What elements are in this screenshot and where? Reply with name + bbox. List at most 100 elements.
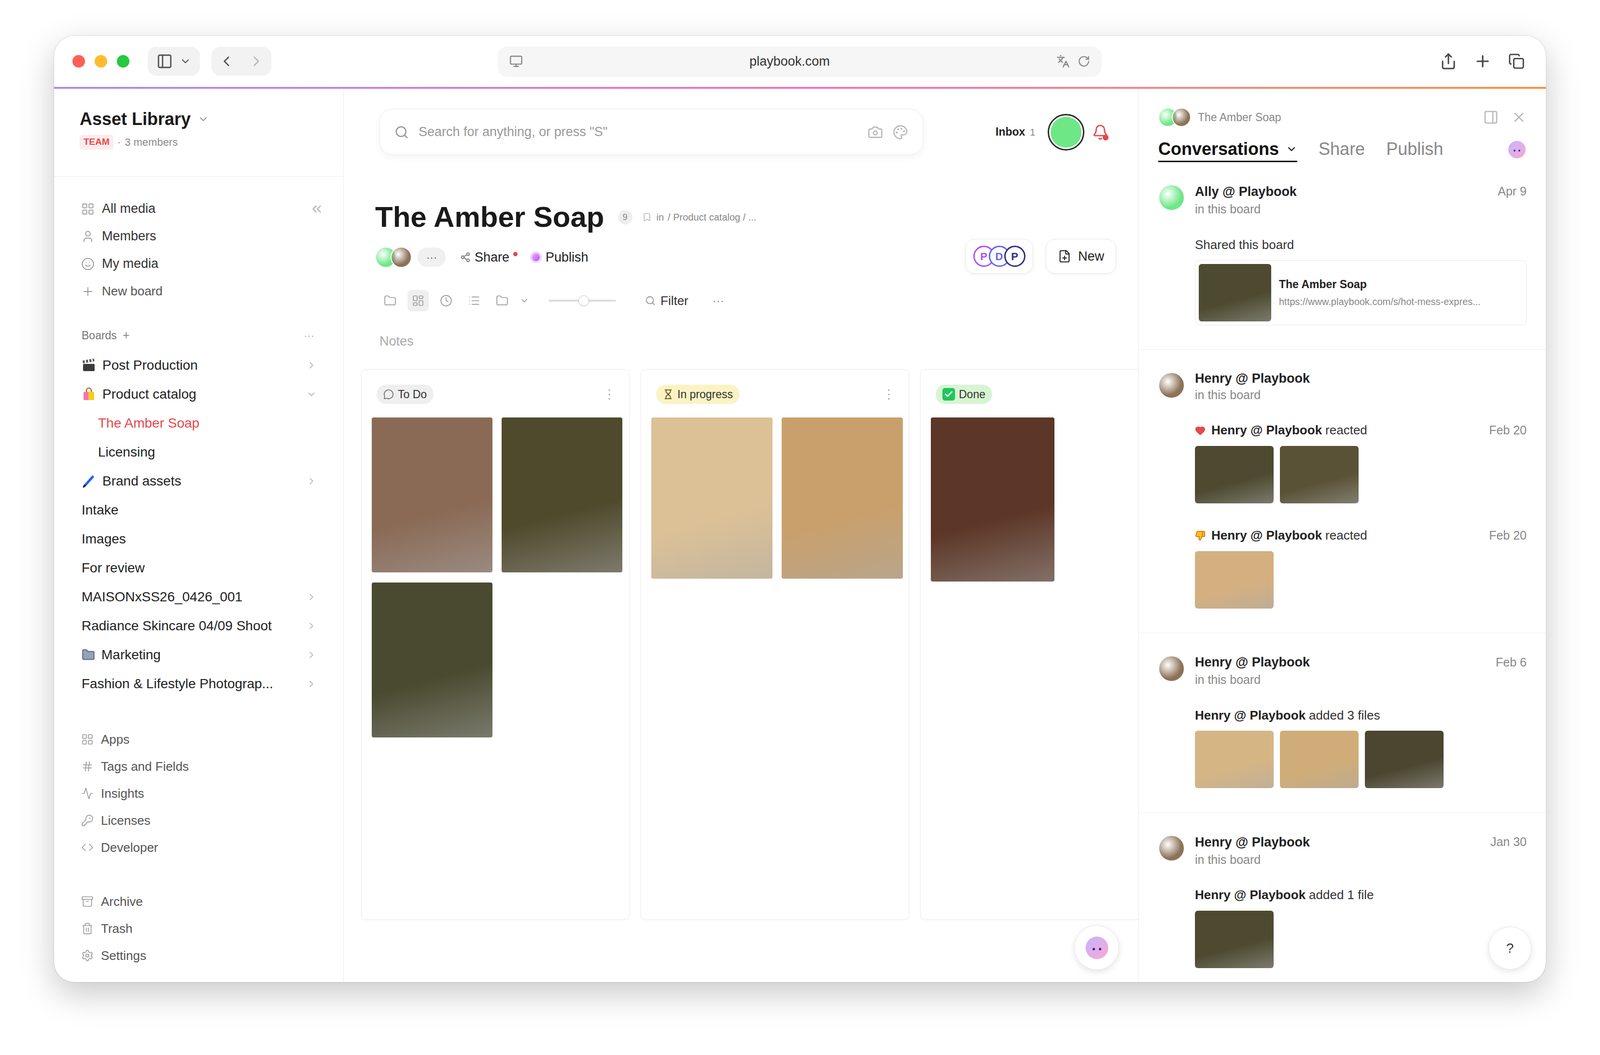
status-chip[interactable]: In progress — [656, 384, 740, 405]
more-button[interactable]: ··· — [417, 247, 446, 267]
author-name[interactable]: Henry @ Playbook — [1194, 370, 1310, 387]
panel-tab[interactable]: Share — [1318, 138, 1365, 163]
view-button[interactable] — [407, 290, 429, 312]
board-item[interactable]: Product catalog — [54, 379, 344, 409]
chevron-right-icon[interactable] — [306, 649, 317, 661]
chevron-down-icon[interactable] — [306, 389, 317, 400]
sidebar-item[interactable]: Settings — [54, 942, 344, 970]
sidebar-item[interactable]: Insights — [54, 780, 344, 808]
activity-thumbnail[interactable] — [1194, 911, 1274, 969]
activity-thumbnail[interactable] — [1279, 730, 1359, 789]
author-name[interactable]: Henry @ Playbook — [1194, 834, 1310, 851]
user-avatar[interactable] — [1047, 113, 1085, 151]
status-chip[interactable]: Done — [935, 384, 993, 405]
sidebar-item[interactable]: Tags and Fields — [54, 753, 344, 781]
asset-card[interactable] — [651, 417, 773, 579]
workspace-switcher[interactable]: Asset Library — [79, 108, 318, 131]
address-bar[interactable]: playbook.com — [497, 46, 1102, 77]
shared-link-card[interactable]: The Amber Soaphttps://www.playbook.com/s… — [1194, 260, 1527, 326]
zoom-window-button[interactable] — [116, 55, 130, 68]
collaborator-avatar[interactable] — [1171, 107, 1192, 127]
author-avatar[interactable] — [1158, 184, 1185, 211]
close-window-button[interactable] — [72, 55, 85, 68]
bookmark-icon[interactable] — [642, 212, 652, 223]
chevron-right-icon[interactable] — [306, 620, 317, 632]
board-item[interactable]: The Amber Soap — [54, 408, 344, 438]
sidebar-item[interactable]: Members — [54, 222, 344, 251]
publish-button[interactable]: Publish — [530, 247, 589, 268]
breadcrumb[interactable]: / Product catalog / ... — [667, 210, 757, 225]
board-item[interactable]: Images — [54, 524, 344, 554]
palette-icon[interactable] — [892, 124, 909, 141]
asset-card[interactable] — [930, 417, 1055, 582]
author-avatar[interactable] — [1158, 655, 1185, 683]
notifications-button[interactable] — [1092, 124, 1109, 141]
sidebar-item[interactable]: New board — [54, 277, 344, 306]
camera-icon[interactable] — [867, 124, 884, 141]
sidebar-item[interactable]: Trash — [54, 915, 344, 943]
tabs-overview-icon[interactable] — [1508, 53, 1525, 70]
chevron-right-icon[interactable] — [306, 360, 317, 371]
activity-thumbnail[interactable] — [1364, 730, 1444, 789]
author-avatar[interactable] — [1158, 372, 1185, 399]
board-item[interactable]: Radiance Skincare 04/09 Shoot — [54, 611, 344, 641]
sidebar-item[interactable]: Apps — [54, 726, 344, 754]
asset-card[interactable] — [371, 582, 493, 738]
sidebar-item[interactable]: My media — [54, 250, 344, 278]
new-button[interactable]: New — [1045, 238, 1117, 274]
chevron-right-icon[interactable] — [306, 476, 317, 487]
forward-icon[interactable] — [248, 53, 265, 70]
search-field[interactable]: Search for anything, or press "S" — [379, 109, 924, 155]
boards-more-button[interactable]: ··· — [303, 327, 315, 344]
chevron-right-icon[interactable] — [306, 591, 317, 603]
assistant-tab-icon[interactable] — [1507, 140, 1527, 160]
assistant-button[interactable] — [1074, 925, 1120, 971]
zoom-slider[interactable] — [548, 299, 617, 302]
author-avatar[interactable] — [1158, 835, 1185, 862]
board-item[interactable]: Marketing — [54, 640, 344, 670]
view-button[interactable] — [435, 290, 457, 312]
view-button[interactable] — [463, 290, 485, 312]
column-menu-button[interactable]: ⋮ — [882, 385, 896, 405]
board-item[interactable]: Post Production — [54, 350, 344, 380]
minimize-window-button[interactable] — [94, 55, 108, 68]
status-chip[interactable]: To Do — [376, 384, 434, 405]
sidebar-toggle[interactable] — [147, 46, 200, 76]
chevron-right-icon[interactable] — [306, 678, 317, 690]
assistant-icon[interactable] — [1084, 935, 1110, 961]
collaborator-avatar[interactable] — [390, 246, 412, 268]
notes-field[interactable]: Notes — [343, 333, 1139, 350]
column-menu-button[interactable]: ⋮ — [603, 385, 616, 405]
view-button[interactable] — [491, 290, 513, 312]
link-thumbnail[interactable] — [1198, 264, 1272, 322]
members-count[interactable]: 3 members — [124, 134, 178, 151]
activity-thumbnail[interactable] — [1194, 551, 1274, 609]
add-board-button[interactable]: + — [122, 326, 130, 345]
back-icon[interactable] — [218, 53, 235, 70]
view-button[interactable] — [379, 290, 401, 312]
sidebar-item[interactable]: Archive — [54, 888, 344, 916]
board-title[interactable]: The Amber Soap — [375, 199, 605, 235]
view-dropdown-icon[interactable] — [519, 295, 530, 306]
sidebar-item[interactable]: Licenses — [54, 807, 344, 835]
asset-card[interactable] — [501, 417, 623, 573]
sidebar-item[interactable]: All media — [54, 195, 344, 223]
asset-card[interactable] — [371, 417, 493, 573]
filter-button[interactable]: Filter — [645, 291, 689, 311]
toolbar-more-button[interactable]: ··· — [712, 292, 725, 310]
panel-tab[interactable]: Conversations — [1158, 138, 1298, 163]
board-item[interactable]: Brand assets — [54, 466, 344, 496]
activity-thumbnail[interactable] — [1194, 730, 1274, 789]
share-button[interactable]: Share — [460, 247, 518, 268]
board-item[interactable]: Fashion & Lifestyle Photograp... — [54, 669, 344, 699]
inbox-button[interactable]: Inbox1 — [995, 123, 1036, 141]
asset-card[interactable] — [781, 417, 903, 579]
panel-tab[interactable]: Publish — [1386, 138, 1444, 163]
close-icon[interactable] — [1511, 109, 1527, 126]
toggle-panel-icon[interactable] — [1483, 109, 1499, 126]
sidebar-item[interactable]: Developer — [54, 834, 344, 862]
activity-thumbnail[interactable] — [1194, 446, 1274, 504]
board-item[interactable]: MAISONxSS26_0426_001 — [54, 582, 344, 612]
collapse-sidebar-icon[interactable] — [309, 201, 324, 217]
reload-icon[interactable] — [1077, 55, 1091, 68]
